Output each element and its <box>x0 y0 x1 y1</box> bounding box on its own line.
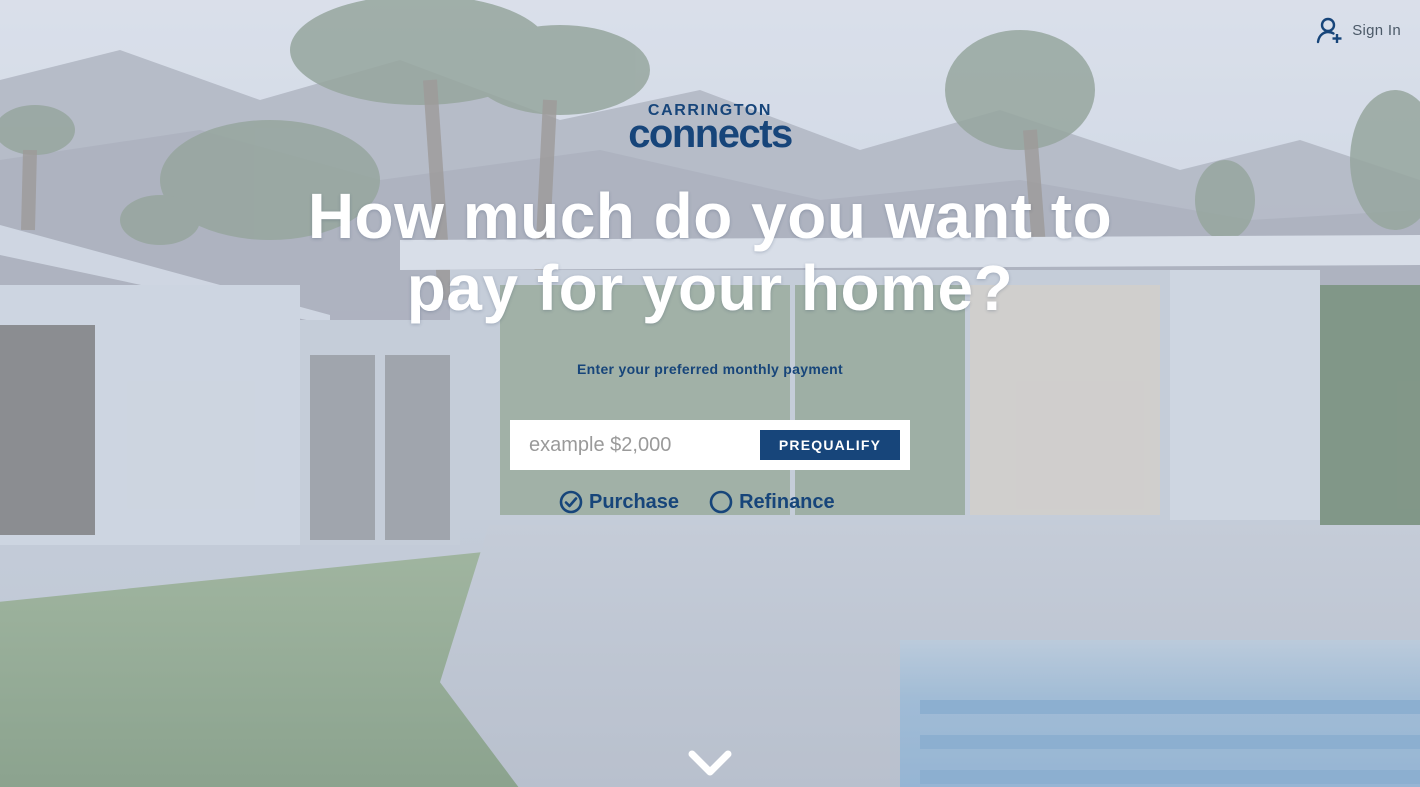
headline-line-2: pay for your home? <box>406 252 1014 324</box>
option-refinance[interactable]: Refinance <box>709 490 835 514</box>
user-add-icon <box>1316 17 1342 44</box>
option-purchase-label: Purchase <box>589 490 680 513</box>
payment-prompt: Enter your preferred monthly payment <box>577 361 843 377</box>
option-refinance-label: Refinance <box>739 490 835 513</box>
sign-in-label: Sign In <box>1352 21 1401 39</box>
sign-in-link[interactable]: Sign In <box>1316 16 1401 44</box>
headline-line-1: How much do you want to <box>307 180 1113 252</box>
option-purchase[interactable]: Purchase <box>559 490 679 514</box>
logo-wordmark-main: connects <box>628 112 793 156</box>
check-circle-icon <box>559 490 583 514</box>
brand-logo[interactable]: CARRINGTON connects <box>0 103 1420 156</box>
prequalify-form: PREQUALIFY <box>510 420 910 470</box>
circle-icon <box>709 490 733 514</box>
loan-type-options: Purchase Refinance <box>559 490 835 514</box>
monthly-payment-input[interactable] <box>510 421 761 469</box>
prequalify-button[interactable]: PREQUALIFY <box>760 430 900 460</box>
hero-headline: How much do you want to pay for your hom… <box>0 180 1420 324</box>
chevron-down-icon[interactable] <box>688 748 732 778</box>
